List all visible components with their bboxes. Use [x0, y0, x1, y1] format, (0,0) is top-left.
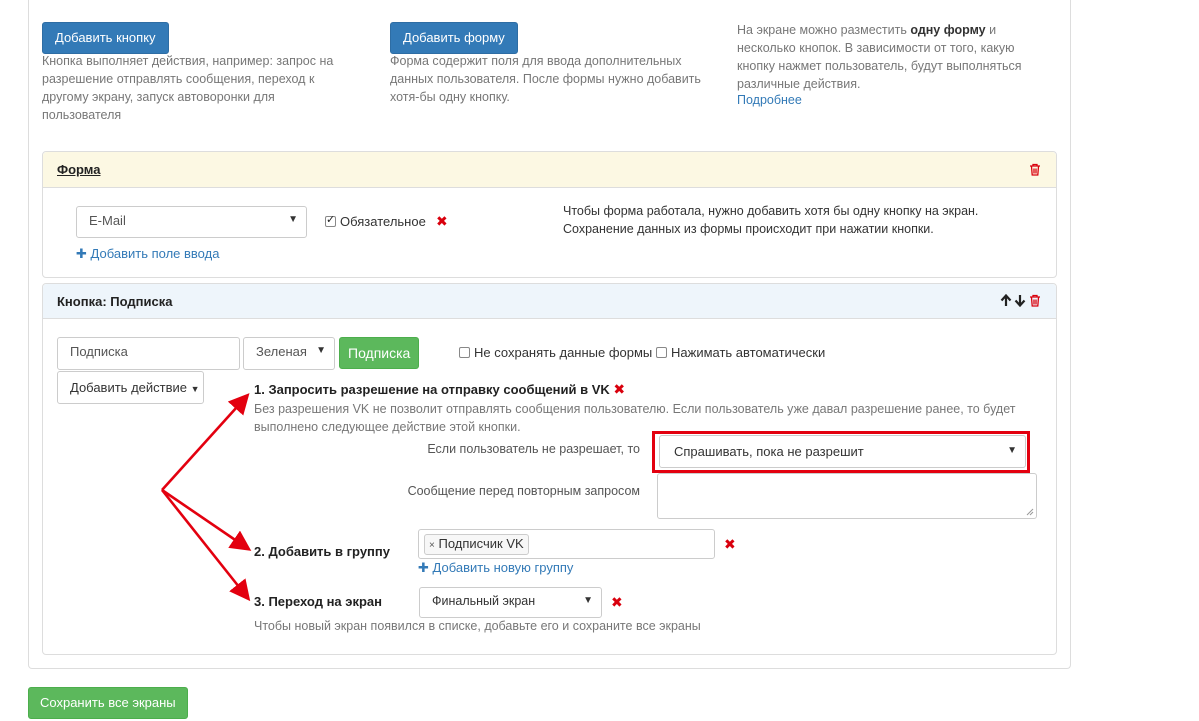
add-form-help: Форма содержит поля для ввода дополнител…: [390, 54, 701, 104]
screen-select-value: Финальный экран: [432, 594, 536, 608]
action3-help: Чтобы новый экран появился в списке, доб…: [254, 619, 701, 633]
trash-icon[interactable]: [1029, 294, 1041, 307]
auto-press-checkbox[interactable]: Нажимать автоматически: [656, 345, 825, 360]
add-button-button[interactable]: Добавить кнопку: [42, 22, 169, 54]
caret-down-icon: ▼: [288, 214, 298, 225]
add-form-button[interactable]: Добавить форму: [390, 22, 518, 54]
form-note-line1: Чтобы форма работала, нужно добавить хот…: [563, 204, 979, 218]
add-button-help: Кнопка выполняет действия, например: зап…: [42, 54, 334, 122]
action1-title-text: 1. Запросить разрешение на отправку сооб…: [254, 382, 610, 397]
screen-info-text: На экране можно разместить одну форму и …: [737, 23, 1022, 91]
no-save-checkbox[interactable]: Не сохранять данные формы: [459, 345, 652, 360]
add-field-label: Добавить поле ввода: [90, 246, 220, 261]
if-denied-label: Если пользователь не разрешает, то: [427, 442, 640, 456]
remove-icon[interactable]: ✖: [613, 381, 625, 397]
action2-title: 2. Добавить в группу: [254, 544, 390, 559]
plus-icon: ✚: [418, 560, 429, 575]
button-text-input[interactable]: Подписка: [57, 337, 240, 370]
button-color-value: Зеленая: [256, 344, 307, 359]
form-note-line2: Сохранение данных из формы происходит пр…: [563, 222, 934, 236]
caret-down-icon: ▼: [583, 595, 593, 606]
checkbox-icon[interactable]: [656, 347, 667, 358]
group-tag-label: Подписчик VK: [438, 536, 524, 551]
more-link[interactable]: Подробнее: [737, 93, 802, 107]
remove-icon[interactable]: ✖: [611, 594, 623, 611]
add-group-link[interactable]: ✚ Добавить новую группу: [418, 560, 573, 576]
arrow-down-icon[interactable]: [1014, 294, 1026, 307]
no-save-label: Не сохранять данные формы: [474, 345, 653, 360]
checkbox-icon[interactable]: [325, 213, 336, 227]
tag-remove-icon[interactable]: ×: [429, 540, 435, 551]
group-tag[interactable]: × Подписчик VK: [424, 534, 529, 555]
resize-handle-icon[interactable]: [1026, 508, 1034, 516]
button-panel-title: Кнопка: Подписка: [57, 294, 173, 309]
plus-icon: ✚: [76, 246, 87, 261]
remove-icon[interactable]: ✖: [724, 536, 736, 553]
group-tags-input[interactable]: × Подписчик VK: [418, 529, 715, 559]
button-color-select[interactable]: Зеленая ▼: [243, 337, 335, 370]
form-field-select-value: E-Mail: [89, 213, 126, 228]
button-preview[interactable]: Подписка: [339, 337, 420, 369]
button-panel-heading: Кнопка: Подписка: [43, 284, 1056, 319]
caret-down-icon: ▼: [314, 345, 326, 356]
caret-down-icon: ▼: [190, 384, 200, 394]
add-group-label: Добавить новую группу: [432, 560, 574, 575]
form-panel-heading: Форма: [43, 152, 1056, 188]
add-action-dropdown[interactable]: Добавить действие ▼: [57, 371, 204, 404]
checkbox-icon[interactable]: [459, 347, 470, 358]
screen-select[interactable]: Финальный экран ▼: [419, 587, 602, 618]
repeat-msg-label: Сообщение перед повторным запросом: [407, 484, 640, 498]
form-field-select[interactable]: E-Mail ▼: [76, 206, 307, 238]
form-note: Чтобы форма работала, нужно добавить хот…: [563, 202, 978, 238]
auto-press-label: Нажимать автоматически: [671, 345, 826, 360]
remove-icon[interactable]: ✖: [436, 213, 448, 230]
action3-title: 3. Переход на экран: [254, 594, 382, 609]
repeat-msg-textarea[interactable]: [657, 473, 1037, 519]
add-field-link[interactable]: ✚ Добавить поле ввода: [76, 246, 219, 262]
required-checkbox[interactable]: Обязательное: [325, 213, 426, 229]
add-action-label: Добавить действие: [70, 380, 187, 395]
form-panel-title[interactable]: Форма: [57, 162, 100, 177]
required-label: Обязательное: [340, 214, 426, 229]
highlight-box: [652, 431, 1030, 473]
arrow-up-icon[interactable]: [1000, 294, 1012, 307]
action1-title: 1. Запросить разрешение на отправку сооб…: [254, 381, 625, 398]
trash-icon[interactable]: [1029, 163, 1041, 176]
save-all-button[interactable]: Сохранить все экраны: [28, 687, 188, 719]
